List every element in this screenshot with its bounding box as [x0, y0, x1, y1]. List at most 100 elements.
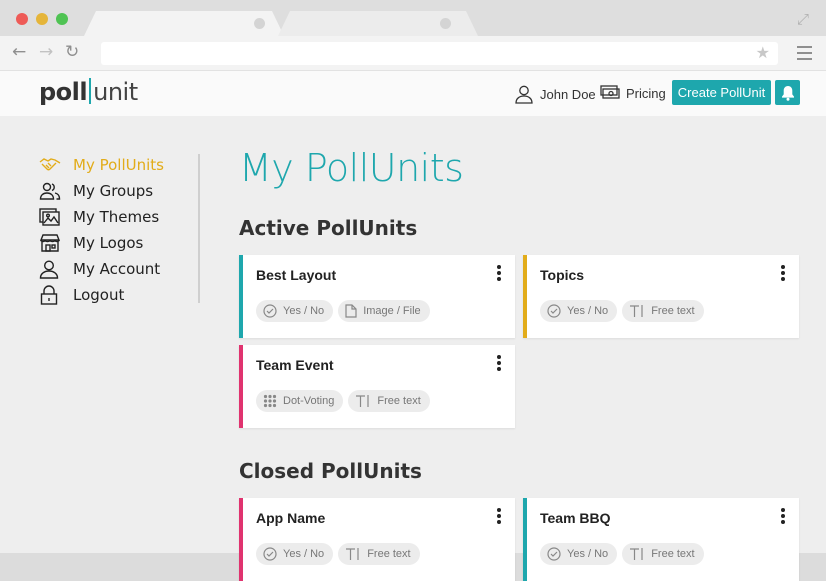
- close-window-button[interactable]: [16, 13, 28, 25]
- tag-label: Yes / No: [567, 548, 609, 560]
- sidebar-item-label: My Account: [73, 260, 161, 278]
- card-accent: [523, 255, 527, 338]
- minimize-window-button[interactable]: [36, 13, 48, 25]
- card-tags: Yes / No Free text: [256, 543, 420, 565]
- more-options-icon[interactable]: [497, 265, 501, 283]
- tag-label: Yes / No: [283, 548, 325, 560]
- bookmark-star-icon[interactable]: ★: [756, 43, 770, 62]
- tag-label: Free text: [377, 395, 421, 407]
- storefront-icon: [39, 234, 73, 252]
- sidebar-item-label: My Logos: [73, 234, 144, 252]
- card-title: App Name: [256, 510, 326, 526]
- page-title: My PollUnits: [239, 146, 464, 190]
- tag-free-text: Free text: [622, 300, 704, 322]
- sidebar-item-label: My Themes: [73, 208, 160, 226]
- tag-yes-no: Yes / No: [256, 300, 334, 322]
- handshake-icon: [39, 156, 73, 174]
- sidebar-item-my-groups[interactable]: My Groups: [39, 178, 164, 204]
- sidebar-item-my-account[interactable]: My Account: [39, 256, 164, 282]
- browser-toolbar: ← → ↻ ★: [0, 36, 826, 71]
- fullscreen-icon[interactable]: ⤢: [797, 10, 809, 28]
- text-icon: [346, 548, 359, 560]
- tag-image-file: Image / File: [338, 300, 430, 322]
- tag-label: Yes / No: [567, 305, 609, 317]
- forward-arrow-icon[interactable]: →: [39, 43, 53, 61]
- text-icon: [630, 305, 643, 317]
- group-icon: [39, 182, 73, 200]
- browser-menu-icon[interactable]: [797, 46, 812, 64]
- tag-yes-no: Yes / No: [256, 543, 334, 565]
- notifications-button[interactable]: [775, 80, 800, 105]
- sidebar-item-my-pollunits[interactable]: My PollUnits: [39, 152, 164, 178]
- tag-yes-no: Yes / No: [540, 300, 618, 322]
- pollunit-card[interactable]: Team BBQ Yes / No Free text: [523, 498, 799, 581]
- sidebar-item-label: Logout: [73, 286, 125, 304]
- tag-label: Free text: [367, 548, 411, 560]
- create-pollunit-button[interactable]: Create PollUnit: [672, 80, 771, 105]
- sidebar-item-logout[interactable]: Logout: [39, 282, 164, 308]
- user-icon: [515, 85, 533, 104]
- sidebar-item-label: My Groups: [73, 182, 154, 200]
- back-arrow-icon[interactable]: ←: [12, 43, 26, 61]
- card-tags: Yes / No Free text: [540, 300, 704, 322]
- check-circle-icon: [547, 304, 561, 318]
- pricing-link[interactable]: Pricing: [600, 84, 666, 102]
- user-name: John Doe: [540, 86, 596, 102]
- card-accent: [523, 498, 527, 581]
- pollunit-logo[interactable]: poll unit: [39, 78, 138, 106]
- tag-free-text: Free text: [622, 543, 704, 565]
- more-options-icon[interactable]: [781, 265, 785, 283]
- text-icon: [356, 395, 369, 407]
- card-title: Team BBQ: [540, 510, 611, 526]
- tag-label: Dot-Voting: [283, 395, 335, 407]
- text-icon: [630, 548, 643, 560]
- image-gallery-icon: [39, 208, 73, 226]
- sidebar-divider: [198, 154, 200, 303]
- address-bar[interactable]: ★: [101, 42, 778, 65]
- tab-close-icon[interactable]: [440, 18, 451, 29]
- closed-section-title: Closed PollUnits: [239, 459, 422, 483]
- sidebar-item-my-logos[interactable]: My Logos: [39, 230, 164, 256]
- more-options-icon[interactable]: [781, 508, 785, 526]
- main-area: My PollUnits My Groups My Themes My Logo…: [0, 116, 826, 581]
- card-accent: [239, 345, 243, 428]
- user-menu[interactable]: John Doe: [514, 84, 596, 104]
- tag-yes-no: Yes / No: [540, 543, 618, 565]
- reload-icon[interactable]: ↻: [65, 43, 79, 61]
- logo-bold-text: poll: [39, 78, 88, 106]
- card-accent: [239, 255, 243, 338]
- card-title: Topics: [540, 267, 585, 283]
- tag-label: Free text: [651, 548, 695, 560]
- sidebar-item-label: My PollUnits: [73, 156, 164, 174]
- dot-grid-icon: [263, 394, 277, 408]
- tag-label: Free text: [651, 305, 695, 317]
- browser-tab[interactable]: [278, 11, 478, 36]
- tag-label: Image / File: [363, 305, 421, 317]
- check-circle-icon: [263, 304, 277, 318]
- card-title: Best Layout: [256, 267, 337, 283]
- browser-chrome: ⤢ ← → ↻ ★: [0, 0, 826, 71]
- pollunit-card[interactable]: Best Layout Yes / No Image / File: [239, 255, 515, 338]
- tag-label: Yes / No: [283, 305, 325, 317]
- sidebar: My PollUnits My Groups My Themes My Logo…: [39, 152, 164, 308]
- logo-divider: [89, 78, 92, 104]
- pollunit-card[interactable]: Topics Yes / No Free text: [523, 255, 799, 338]
- tab-close-icon[interactable]: [254, 18, 265, 29]
- more-options-icon[interactable]: [497, 508, 501, 526]
- card-tags: Yes / No Free text: [540, 543, 704, 565]
- lock-icon: [39, 285, 73, 305]
- pollunit-card[interactable]: Team Event Dot-Voting Free text: [239, 345, 515, 428]
- pollunit-card[interactable]: App Name Yes / No Free text: [239, 498, 515, 581]
- logo-light-text: unit: [93, 78, 138, 106]
- sidebar-item-my-themes[interactable]: My Themes: [39, 204, 164, 230]
- maximize-window-button[interactable]: [56, 13, 68, 25]
- card-tags: Yes / No Image / File: [256, 300, 430, 322]
- pricing-label: Pricing: [626, 85, 666, 101]
- user-icon: [39, 259, 73, 279]
- file-icon: [345, 304, 357, 318]
- browser-tab-active[interactable]: [84, 11, 284, 36]
- card-title: Team Event: [256, 357, 334, 373]
- more-options-icon[interactable]: [497, 355, 501, 373]
- tag-free-text: Free text: [348, 390, 430, 412]
- check-circle-icon: [263, 547, 277, 561]
